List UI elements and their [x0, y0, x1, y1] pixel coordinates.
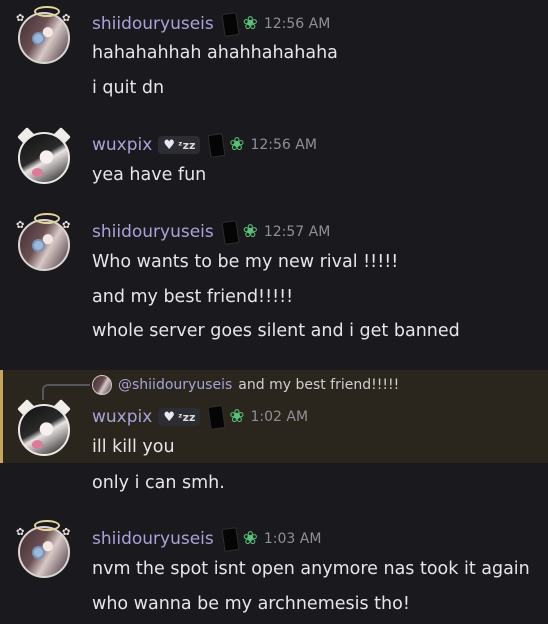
timestamp[interactable]: 12:56 AM — [264, 16, 330, 32]
mention-highlight-bar — [0, 370, 3, 463]
username[interactable]: shiidouryuseis — [92, 222, 214, 242]
message-text: ill kill you — [92, 437, 175, 457]
message-text: only i can smh. — [92, 473, 225, 493]
message-text: whole server goes silent and i get banne… — [92, 321, 460, 341]
heart-icon: ♥ — [163, 409, 175, 425]
leaf-badge-icon: ❀ — [242, 13, 258, 34]
user-tag[interactable]: ♥ ᶻz𝘇 — [158, 408, 201, 426]
timestamp[interactable]: 12:56 AM — [250, 137, 316, 153]
avatar-image — [18, 404, 70, 456]
timestamp[interactable]: 12:57 AM — [264, 224, 330, 240]
user-tag[interactable]: ♥ ᶻz𝘇 — [158, 136, 201, 154]
chat-message-list: ✿ ✿ shiidouryuseis ❀ 12:56 AM hahahahhah… — [0, 0, 548, 624]
reply-author[interactable]: @shiidouryuseis — [118, 377, 232, 393]
leaf-badge-icon: ❀ — [229, 134, 245, 155]
message-header: shiidouryuseis ❀ 12:56 AM — [92, 11, 330, 37]
timestamp[interactable]: 1:02 AM — [250, 409, 308, 425]
halo-icon — [34, 520, 60, 531]
flower-decoration-icon: ✿ — [16, 13, 25, 24]
reply-excerpt[interactable]: and my best friend!!!!! — [238, 377, 399, 393]
flower-decoration-icon: ✿ — [62, 220, 71, 231]
avatar-image — [18, 132, 70, 184]
avatar[interactable] — [16, 127, 72, 186]
phone-icon — [221, 219, 240, 245]
leaf-badge-icon: ❀ — [229, 406, 245, 427]
halo-icon — [34, 213, 60, 224]
phone-icon — [221, 11, 240, 37]
user-tag-text: ᶻz𝘇 — [177, 138, 196, 152]
reply-avatar — [92, 375, 112, 395]
message-header: shiidouryuseis ❀ 1:03 AM — [92, 526, 322, 552]
message-header: shiidouryuseis ❀ 12:57 AM — [92, 219, 330, 245]
message-text: nvm the spot isnt open anymore nas took … — [92, 559, 530, 579]
avatar[interactable]: ✿ ✿ — [16, 6, 72, 66]
flower-decoration-icon: ✿ — [16, 220, 25, 231]
flower-decoration-icon: ✿ — [62, 13, 71, 24]
message-header: wuxpix ♥ ᶻz𝘇 ❀ 12:56 AM — [92, 132, 317, 158]
leaf-badge-icon: ❀ — [242, 221, 258, 242]
avatar[interactable]: ✿ ✿ — [16, 520, 72, 580]
username[interactable]: wuxpix — [92, 135, 152, 155]
message-text: Who wants to be my new rival !!!!! — [92, 252, 399, 272]
message-text: and my best friend!!!!! — [92, 287, 294, 307]
phone-icon — [221, 526, 240, 552]
timestamp[interactable]: 1:03 AM — [264, 531, 322, 547]
message-header: wuxpix ♥ ᶻz𝘇 ❀ 1:02 AM — [92, 404, 308, 430]
username[interactable]: shiidouryuseis — [92, 14, 214, 34]
phone-icon — [207, 132, 226, 158]
username[interactable]: shiidouryuseis — [92, 529, 214, 549]
message-text: hahahahhah ahahhahahaha — [92, 43, 338, 63]
username[interactable]: wuxpix — [92, 407, 152, 427]
heart-icon: ♥ — [163, 137, 175, 153]
reply-connector — [42, 384, 90, 400]
avatar[interactable] — [16, 399, 72, 458]
message-text: who wanna be my archnemesis tho! — [92, 594, 410, 614]
message-text: i quit dn — [92, 78, 165, 98]
flower-decoration-icon: ✿ — [62, 527, 71, 538]
flower-decoration-icon: ✿ — [16, 527, 25, 538]
user-tag-text: ᶻz𝘇 — [177, 410, 196, 424]
leaf-badge-icon: ❀ — [242, 528, 258, 549]
message-text: yea have fun — [92, 165, 207, 185]
halo-icon — [34, 6, 60, 17]
phone-icon — [207, 404, 226, 430]
reply-reference[interactable]: @shiidouryuseis and my best friend!!!!! — [92, 374, 399, 396]
avatar[interactable]: ✿ ✿ — [16, 213, 72, 273]
